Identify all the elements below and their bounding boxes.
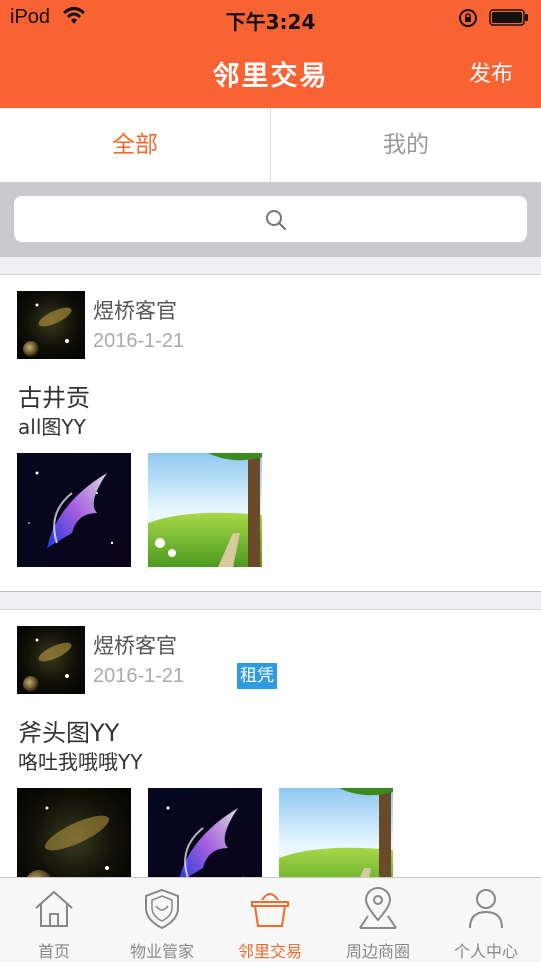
- navigation-bar: 邻里交易 发布: [0, 36, 541, 108]
- page-title: 邻里交易: [212, 61, 329, 92]
- post-title: 古井贡: [18, 384, 90, 412]
- tab-all[interactable]: 全部: [0, 108, 270, 182]
- post-author: 煜桥客官: [93, 634, 177, 658]
- tabbar-item-home[interactable]: 首页: [0, 878, 108, 961]
- tabbar-item-profile[interactable]: 个人中心: [432, 878, 540, 961]
- avatar[interactable]: [17, 626, 85, 694]
- tabbar-label: 邻里交易: [237, 942, 302, 961]
- location-pin-icon: [359, 887, 397, 929]
- post-date: 2016-1-21: [93, 330, 185, 352]
- post-title: 斧头图YY: [18, 719, 120, 747]
- tabbar-label: 首页: [37, 942, 70, 961]
- search-bar: [0, 183, 541, 257]
- tabbar-item-property[interactable]: 物业管家: [108, 878, 216, 961]
- category-badge: 租凭: [237, 663, 277, 689]
- tabbar-item-nearby[interactable]: 周边商圈: [324, 878, 432, 961]
- tab-mine[interactable]: 我的: [271, 108, 541, 182]
- person-icon: [469, 889, 503, 929]
- search-input[interactable]: [14, 196, 527, 242]
- post-image[interactable]: [17, 453, 131, 567]
- post-date: 2016-1-21: [93, 665, 185, 687]
- status-bar: iPod 下午3:24: [0, 0, 541, 36]
- basket-icon: [251, 893, 289, 927]
- post-image[interactable]: [148, 453, 262, 567]
- post-description: all图YY: [18, 415, 86, 439]
- avatar[interactable]: [17, 291, 85, 359]
- battery-icon: [489, 9, 528, 26]
- tabbar-label: 个人中心: [453, 942, 518, 961]
- tabbar-label: 物业管家: [129, 942, 194, 961]
- home-icon: [35, 890, 73, 927]
- post-card[interactable]: 煜桥客官 2016-1-21 租凭 斧头图YY 咯吐我哦哦YY: [0, 609, 541, 902]
- tabbar-item-trade[interactable]: 邻里交易: [216, 878, 324, 961]
- publish-button[interactable]: 发布: [469, 56, 513, 88]
- post-card[interactable]: 煜桥客官 2016-1-21 古井贡 all图YY: [0, 274, 541, 592]
- shield-icon: [145, 888, 179, 930]
- search-icon: [266, 210, 287, 231]
- post-author: 煜桥客官: [93, 299, 177, 323]
- rotation-lock-icon: [459, 9, 477, 27]
- tabbar-label: 周边商圈: [345, 942, 410, 961]
- bottom-tab-bar: 首页 物业管家 邻里交易 周边商圈 个人中心: [0, 877, 541, 961]
- post-description: 咯吐我哦哦YY: [18, 750, 143, 774]
- filter-tabs: 全部 我的: [0, 108, 541, 183]
